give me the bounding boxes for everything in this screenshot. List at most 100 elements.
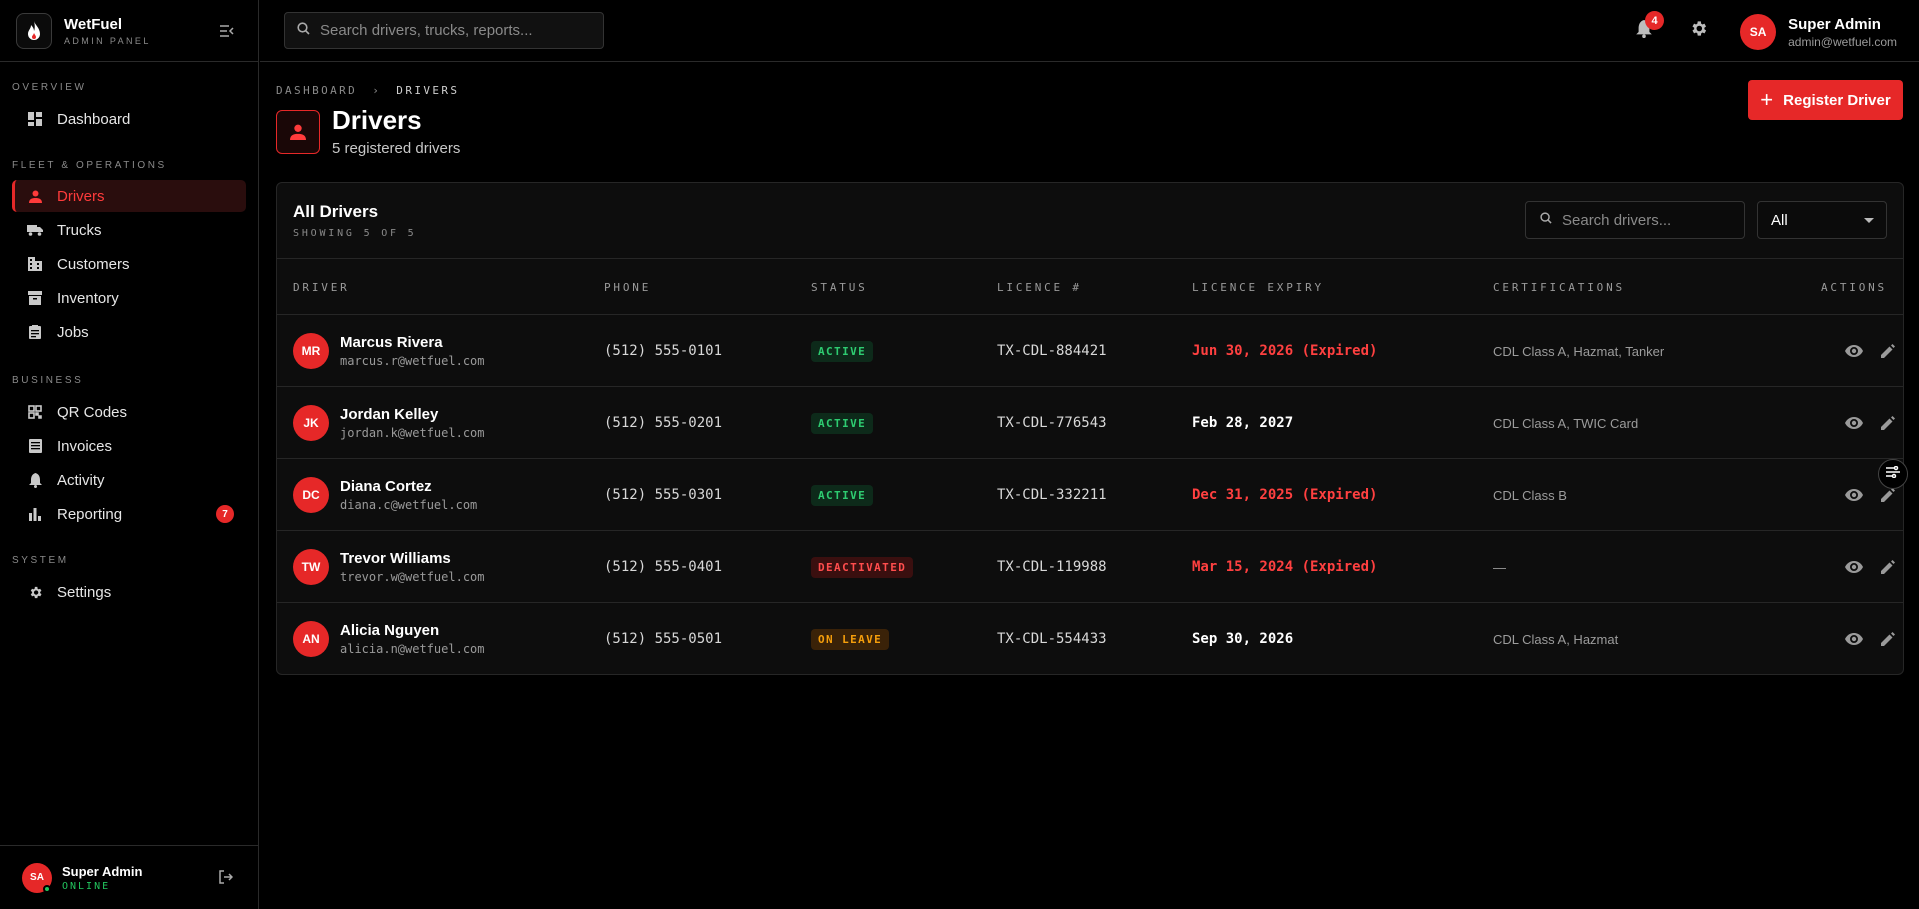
- sidebar-item-qr-codes[interactable]: QR Codes: [12, 396, 246, 428]
- brand: WetFuel ADMIN PANEL: [0, 0, 258, 62]
- eye-icon: [1843, 556, 1865, 578]
- breadcrumb-dashboard[interactable]: DASHBOARD: [276, 84, 357, 97]
- licence-expiry: Feb 28, 2027: [1192, 415, 1294, 431]
- licence-number: TX-CDL-776543: [997, 415, 1107, 431]
- sidebar-item-trucks[interactable]: Trucks: [12, 214, 246, 246]
- status-filter-select[interactable]: All: [1757, 201, 1887, 239]
- collapse-sidebar-icon[interactable]: [218, 22, 236, 40]
- licence-expiry: Dec 31, 2025 (Expired): [1192, 487, 1378, 503]
- driver-avatar: DC: [293, 477, 329, 513]
- sidebar: WetFuel ADMIN PANEL OVERVIEW Dashboard F…: [0, 0, 259, 909]
- global-search-input[interactable]: [320, 22, 580, 39]
- driver-phone: (512) 555-0101: [604, 343, 723, 359]
- sidebar-item-drivers[interactable]: Drivers: [12, 180, 246, 212]
- driver-search-input[interactable]: [1562, 211, 1732, 229]
- driver-name[interactable]: Marcus Rivera: [340, 334, 485, 351]
- gear-icon: [1689, 19, 1708, 43]
- driver-email: trevor.w@wetfuel.com: [340, 570, 485, 584]
- eye-icon: [1843, 628, 1865, 650]
- nav-section-system: SYSTEM: [12, 555, 69, 566]
- nav-section-overview: OVERVIEW: [12, 82, 87, 93]
- column-header-licence[interactable]: LICENCE #: [997, 281, 1082, 294]
- view-button[interactable]: [1843, 531, 1865, 603]
- column-header-licence-expiry[interactable]: LICENCE EXPIRY: [1192, 281, 1324, 294]
- view-button[interactable]: [1843, 387, 1865, 459]
- edit-button[interactable]: [1877, 531, 1899, 603]
- column-header-driver[interactable]: DRIVER: [293, 281, 350, 294]
- edit-button[interactable]: [1877, 387, 1899, 459]
- column-header-certifications[interactable]: CERTIFICATIONS: [1493, 281, 1625, 294]
- view-button[interactable]: [1843, 603, 1865, 674]
- breadcrumb-separator: ›: [372, 84, 382, 97]
- user-menu[interactable]: SA Super Admin admin@wetfuel.com: [1740, 14, 1897, 50]
- column-header-phone[interactable]: PHONE: [604, 281, 651, 294]
- floating-tune-button[interactable]: [1878, 459, 1908, 489]
- sidebar-item-label: Jobs: [57, 323, 89, 341]
- sidebar-item-label: Dashboard: [57, 110, 131, 128]
- nav-section-fleet: FLEET & OPERATIONS: [12, 160, 167, 171]
- driver-name[interactable]: Trevor Williams: [340, 550, 485, 567]
- status-badge: ACTIVE: [811, 340, 874, 362]
- archive-icon: [27, 290, 43, 306]
- status-badge: DEACTIVATED: [811, 556, 914, 578]
- page-subtitle: 5 registered drivers: [332, 140, 461, 157]
- driver-search[interactable]: [1525, 201, 1745, 239]
- user-name: Super Admin: [1788, 15, 1881, 33]
- page-title: Drivers: [332, 105, 422, 135]
- register-driver-button[interactable]: + Register Driver: [1748, 80, 1903, 120]
- dashboard-icon: [27, 111, 43, 127]
- driver-cell: AN Alicia Nguyen alicia.n@wetfuel.com: [293, 603, 485, 674]
- global-search[interactable]: [284, 12, 604, 49]
- sidebar-item-jobs[interactable]: Jobs: [12, 316, 246, 348]
- driver-name[interactable]: Alicia Nguyen: [340, 622, 485, 639]
- table-row[interactable]: MR Marcus Rivera marcus.r@wetfuel.com (5…: [277, 315, 1903, 387]
- pencil-icon: [1877, 628, 1899, 650]
- table-header: DRIVER PHONE STATUS LICENCE # LICENCE EX…: [277, 259, 1903, 315]
- sidebar-item-reporting[interactable]: Reporting 7: [12, 498, 246, 530]
- driver-name[interactable]: Jordan Kelley: [340, 406, 485, 423]
- eye-icon: [1843, 340, 1865, 362]
- driver-email: jordan.k@wetfuel.com: [340, 426, 485, 440]
- receipt-icon: [27, 438, 43, 454]
- eye-icon: [1843, 412, 1865, 434]
- clipboard-icon: [27, 324, 43, 340]
- brand-name: WetFuel: [64, 15, 123, 33]
- sidebar-item-dashboard[interactable]: Dashboard: [12, 103, 246, 135]
- table-row[interactable]: AN Alicia Nguyen alicia.n@wetfuel.com (5…: [277, 603, 1903, 674]
- plus-icon: +: [1760, 87, 1774, 112]
- driver-cell: MR Marcus Rivera marcus.r@wetfuel.com: [293, 315, 485, 387]
- edit-button[interactable]: [1877, 603, 1899, 674]
- sidebar-item-customers[interactable]: Customers: [12, 248, 246, 280]
- view-button[interactable]: [1843, 459, 1865, 531]
- column-header-status[interactable]: STATUS: [811, 281, 868, 294]
- table-row[interactable]: TW Trevor Williams trevor.w@wetfuel.com …: [277, 531, 1903, 603]
- flame-logo-icon: [16, 12, 52, 49]
- topbar: 4 SA Super Admin admin@wetfuel.com: [260, 0, 1919, 62]
- breadcrumb-current: DRIVERS: [396, 84, 460, 97]
- drivers-card: All Drivers SHOWING 5 OF 5 All DRIVER PH…: [276, 182, 1904, 675]
- register-driver-label: Register Driver: [1783, 91, 1891, 109]
- sidebar-item-invoices[interactable]: Invoices: [12, 430, 246, 462]
- view-button[interactable]: [1843, 315, 1865, 387]
- table-row[interactable]: DC Diana Cortez diana.c@wetfuel.com (512…: [277, 459, 1903, 531]
- driver-cell: DC Diana Cortez diana.c@wetfuel.com: [293, 459, 477, 531]
- certifications: CDL Class A, Hazmat: [1493, 631, 1619, 647]
- driver-name[interactable]: Diana Cortez: [340, 478, 477, 495]
- sidebar-item-settings[interactable]: Settings: [12, 576, 246, 608]
- logout-icon[interactable]: [219, 870, 234, 889]
- person-icon: [27, 188, 43, 204]
- sidebar-item-inventory[interactable]: Inventory: [12, 282, 246, 314]
- edit-button[interactable]: [1877, 315, 1899, 387]
- notifications-button[interactable]: 4: [1632, 11, 1664, 43]
- breadcrumb: DASHBOARD › DRIVERS: [276, 84, 459, 97]
- drivers-page-icon: [276, 110, 320, 154]
- nav-section-business: BUSINESS: [12, 375, 84, 386]
- settings-button[interactable]: [1686, 19, 1710, 43]
- sidebar-item-label: Inventory: [57, 289, 119, 307]
- sidebar-item-activity[interactable]: Activity: [12, 464, 246, 496]
- status-badge: ACTIVE: [811, 484, 874, 506]
- status-cell: ON LEAVE: [811, 603, 890, 674]
- certifications: CDL Class A, Hazmat, Tanker: [1493, 343, 1665, 359]
- table-row[interactable]: JK Jordan Kelley jordan.k@wetfuel.com (5…: [277, 387, 1903, 459]
- table-body: MR Marcus Rivera marcus.r@wetfuel.com (5…: [277, 315, 1903, 674]
